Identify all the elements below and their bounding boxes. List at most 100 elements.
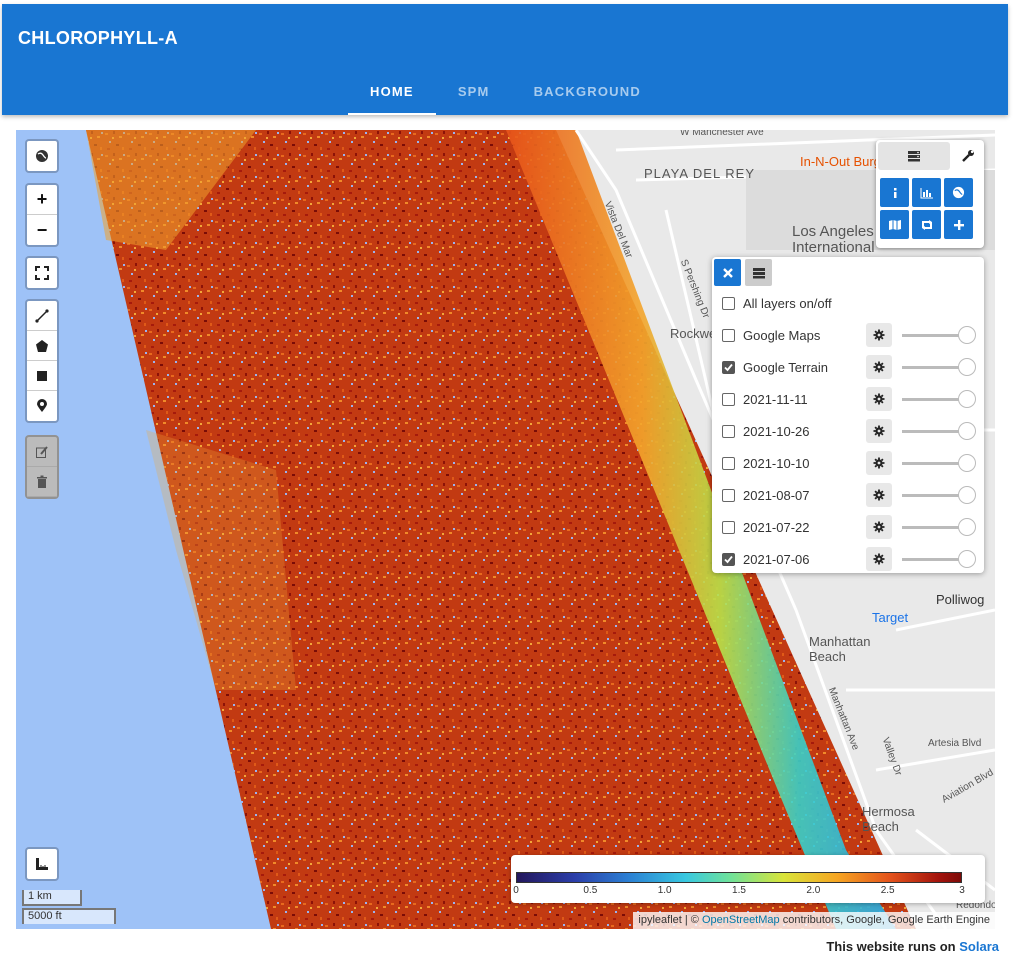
slider-handle[interactable] [958, 550, 976, 568]
layer-settings-button[interactable] [866, 451, 892, 475]
opacity-slider[interactable] [902, 518, 976, 536]
colorbar-tick-label: 2.0 [806, 885, 821, 896]
layer-row[interactable]: Google Terrain [722, 355, 978, 379]
tab-spm[interactable]: SPM [436, 78, 512, 115]
layer-checkbox[interactable] [722, 520, 735, 534]
footer: This website runs on Solara [826, 939, 999, 954]
add-button[interactable] [944, 210, 973, 239]
draw-rectangle-button[interactable] [27, 361, 57, 391]
opacity-slider[interactable] [902, 550, 976, 568]
app-title: CHLOROPHYLL-A [18, 28, 178, 48]
draw-marker-button[interactable] [27, 391, 57, 421]
convert-button[interactable] [912, 210, 941, 239]
layer-row[interactable]: 2021-10-10 [722, 451, 978, 475]
layer-row[interactable]: 2021-08-07 [722, 483, 978, 507]
globe-icon [36, 150, 48, 162]
info-icon [893, 187, 896, 198]
slider-handle[interactable] [958, 358, 976, 376]
fullscreen-button[interactable] [27, 258, 57, 288]
map-attribution: ipyleaflet | © OpenStreetMap contributor… [633, 912, 995, 929]
gear-icon [873, 489, 885, 501]
layer-checkbox[interactable] [722, 360, 735, 374]
measure-button[interactable] [27, 849, 57, 879]
slider-handle[interactable] [958, 454, 976, 472]
edit-control [25, 435, 59, 499]
layer-name: 2021-08-07 [743, 487, 810, 503]
draw-polyline-button[interactable] [27, 301, 57, 331]
footer-text: This website runs on [826, 939, 956, 954]
solara-link[interactable]: Solara [959, 939, 999, 954]
layer-row[interactable]: Google Maps [722, 323, 978, 347]
plotting-button[interactable] [912, 178, 941, 207]
tab-home[interactable]: HOME [348, 78, 436, 115]
slider-handle[interactable] [958, 486, 976, 504]
slider-handle[interactable] [958, 518, 976, 536]
draw-polygon-button[interactable] [27, 331, 57, 361]
layer-checkbox[interactable] [722, 392, 735, 406]
layer-checkbox[interactable] [722, 328, 735, 342]
opacity-slider[interactable] [902, 358, 976, 376]
slider-handle[interactable] [958, 390, 976, 408]
opacity-slider[interactable] [902, 390, 976, 408]
layer-name: 2021-10-26 [743, 423, 810, 439]
gear-icon [873, 329, 885, 341]
inspector-button[interactable] [880, 178, 909, 207]
layer-checkbox[interactable] [722, 488, 735, 502]
layer-settings-button[interactable] [866, 483, 892, 507]
wrench-icon [962, 150, 974, 162]
globe-icon [952, 186, 965, 199]
trash-icon [37, 475, 47, 488]
fullscreen-control [25, 256, 59, 290]
delete-layers-button[interactable] [27, 467, 57, 497]
slider-handle[interactable] [958, 326, 976, 344]
layer-settings-button[interactable] [866, 547, 892, 571]
edit-layers-button[interactable] [27, 437, 57, 467]
tab-bar: HOME SPM BACKGROUND [348, 78, 663, 115]
slider-handle[interactable] [958, 422, 976, 440]
layer-checkbox[interactable] [722, 456, 735, 470]
scale-metric: 1 km [22, 890, 82, 906]
layer-settings-button[interactable] [866, 387, 892, 411]
layer-settings-button[interactable] [866, 355, 892, 379]
layer-row[interactable]: 2021-11-11 [722, 387, 978, 411]
layer-row[interactable]: 2021-07-06 [722, 547, 978, 571]
marker-icon [37, 399, 47, 412]
layer-checkbox[interactable] [722, 424, 735, 438]
opacity-slider[interactable] [902, 486, 976, 504]
toolbar-grid [880, 178, 973, 239]
wrench-button[interactable] [954, 142, 982, 170]
osm-link[interactable]: OpenStreetMap [702, 914, 780, 926]
opacity-slider[interactable] [902, 454, 976, 472]
layer-settings-button[interactable] [866, 323, 892, 347]
layer-row[interactable]: 2021-10-26 [722, 419, 978, 443]
opacity-slider[interactable] [902, 422, 976, 440]
globe-button[interactable] [27, 141, 57, 171]
map[interactable]: W Manchester Ave In-N-Out Burger PLAYA D… [16, 130, 995, 929]
geemap-toolbar [876, 140, 984, 248]
zoom-in-button[interactable]: + [27, 185, 57, 215]
gear-icon [873, 553, 885, 565]
close-button[interactable] [714, 259, 741, 286]
fullscreen-icon [35, 266, 49, 280]
polyline-icon [35, 308, 49, 323]
plus-icon [953, 219, 964, 230]
bar-chart-icon [920, 187, 933, 198]
layers-toolbar-button[interactable] [878, 142, 950, 170]
opacity-slider[interactable] [902, 326, 976, 344]
layer-checkbox[interactable] [722, 552, 735, 566]
zoom-out-button[interactable]: − [27, 215, 57, 245]
layer-name: Google Maps [743, 327, 821, 343]
layer-settings-button[interactable] [866, 419, 892, 443]
layer-settings-button[interactable] [866, 515, 892, 539]
all-layers-checkbox[interactable] [722, 296, 735, 310]
all-layers-label: All layers on/off [743, 295, 832, 311]
all-layers-row[interactable]: All layers on/off [722, 291, 978, 315]
layer-row[interactable]: 2021-07-22 [722, 515, 978, 539]
basemap-control [25, 139, 59, 173]
layers-toggle-button[interactable] [745, 259, 772, 286]
basemap-button[interactable] [944, 178, 973, 207]
map-button[interactable] [880, 210, 909, 239]
server-icon [908, 151, 920, 162]
colorbar-tick-label: 2.5 [880, 885, 895, 896]
tab-background[interactable]: BACKGROUND [512, 78, 663, 115]
